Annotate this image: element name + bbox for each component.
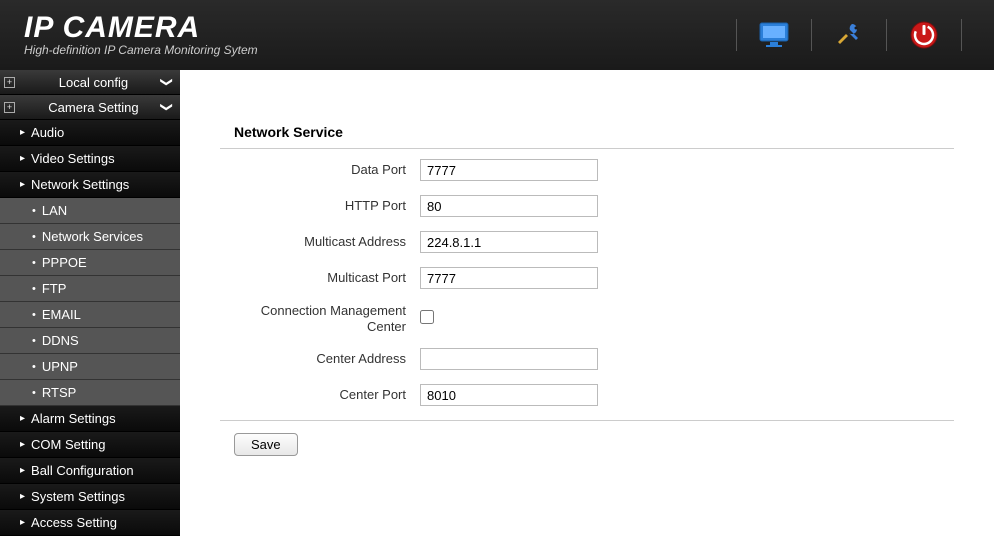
- submenu-item-label: RTSP: [42, 385, 76, 400]
- label-center-address: Center Address: [220, 351, 420, 367]
- sidebar-item-alarm-settings[interactable]: ▸ Alarm Settings: [0, 406, 180, 432]
- arrow-icon: ▸: [20, 413, 25, 424]
- tools-icon[interactable]: [830, 16, 868, 54]
- sidebar-item-label: Access Setting: [31, 515, 117, 530]
- submenu-item-label: UPNP: [42, 359, 78, 374]
- bullet-icon: •: [32, 387, 36, 399]
- bullet-icon: •: [32, 335, 36, 347]
- separator: [736, 19, 737, 51]
- monitor-icon[interactable]: [755, 16, 793, 54]
- expand-icon: +: [4, 102, 15, 113]
- sidebar-item-label: COM Setting: [31, 437, 105, 452]
- save-button[interactable]: Save: [234, 433, 298, 456]
- input-multicast-port[interactable]: [420, 267, 598, 289]
- sidebar: + Local config ❯ + Camera Setting ❯ ▸ Au…: [0, 70, 180, 536]
- separator: [811, 19, 812, 51]
- label-center-port: Center Port: [220, 387, 420, 403]
- sidebar-item-label: Network Settings: [31, 177, 129, 192]
- sidebar-item-access-setting[interactable]: ▸ Access Setting: [0, 510, 180, 536]
- sidebar-item-label: Alarm Settings: [31, 411, 116, 426]
- chevron-down-icon: ❯: [160, 77, 174, 87]
- sidebar-item-ball-configuration[interactable]: ▸ Ball Configuration: [0, 458, 180, 484]
- input-multicast-address[interactable]: [420, 231, 598, 253]
- label-http-port: HTTP Port: [220, 198, 420, 214]
- input-http-port[interactable]: [420, 195, 598, 217]
- main-panel: Network Service Data Port HTTP Port Mult…: [180, 70, 994, 536]
- divider: [220, 420, 954, 421]
- label-multicast-port: Multicast Port: [220, 270, 420, 286]
- bullet-icon: •: [32, 309, 36, 321]
- sidebar-item-label: System Settings: [31, 489, 125, 504]
- header-icons: [718, 16, 980, 54]
- sidebar-item-system-settings[interactable]: ▸ System Settings: [0, 484, 180, 510]
- divider: [220, 148, 954, 149]
- label-conn-mgmt-center: Connection Management Center: [220, 303, 420, 334]
- header-bar: IP CAMERA High-definition IP Camera Moni…: [0, 0, 994, 70]
- input-center-address[interactable]: [420, 348, 598, 370]
- bullet-icon: •: [32, 205, 36, 217]
- sidebar-item-audio[interactable]: ▸ Audio: [0, 120, 180, 146]
- bullet-icon: •: [32, 361, 36, 373]
- expand-icon: +: [4, 77, 15, 88]
- sidebar-group-camera-setting[interactable]: + Camera Setting ❯: [0, 95, 180, 120]
- sidebar-item-network-settings[interactable]: ▸ Network Settings: [0, 172, 180, 198]
- sidebar-item-label: Ball Configuration: [31, 463, 134, 478]
- sidebar-subitem-network-services[interactable]: • Network Services: [0, 224, 180, 250]
- arrow-icon: ▸: [20, 439, 25, 450]
- bullet-icon: •: [32, 283, 36, 295]
- arrow-icon: ▸: [20, 153, 25, 164]
- arrow-icon: ▸: [20, 517, 25, 528]
- arrow-icon: ▸: [20, 491, 25, 502]
- sidebar-item-label: Video Settings: [31, 151, 115, 166]
- power-icon[interactable]: [905, 16, 943, 54]
- sidebar-subitem-lan[interactable]: • LAN: [0, 198, 180, 224]
- sidebar-item-video-settings[interactable]: ▸ Video Settings: [0, 146, 180, 172]
- submenu-item-label: FTP: [42, 281, 67, 296]
- separator: [886, 19, 887, 51]
- checkbox-conn-mgmt-center[interactable]: [420, 310, 434, 324]
- label-multicast-address: Multicast Address: [220, 234, 420, 250]
- input-data-port[interactable]: [420, 159, 598, 181]
- sidebar-subitem-pppoe[interactable]: • PPPOE: [0, 250, 180, 276]
- separator: [961, 19, 962, 51]
- submenu-item-label: DDNS: [42, 333, 79, 348]
- arrow-icon: ▸: [20, 465, 25, 476]
- bullet-icon: •: [32, 257, 36, 269]
- arrow-icon: ▸: [20, 127, 25, 138]
- chevron-down-icon: ❯: [160, 102, 174, 112]
- submenu-item-label: Network Services: [42, 229, 143, 244]
- section-title: Network Service: [234, 124, 954, 140]
- submenu-item-label: LAN: [42, 203, 67, 218]
- header-left: IP CAMERA High-definition IP Camera Moni…: [24, 13, 258, 57]
- submenu-item-label: EMAIL: [42, 307, 81, 322]
- sidebar-group-local-config[interactable]: + Local config ❯: [0, 70, 180, 95]
- input-center-port[interactable]: [420, 384, 598, 406]
- sidebar-item-com-setting[interactable]: ▸ COM Setting: [0, 432, 180, 458]
- label-data-port: Data Port: [220, 162, 420, 178]
- sidebar-item-label: Audio: [31, 125, 64, 140]
- sidebar-subitem-rtsp[interactable]: • RTSP: [0, 380, 180, 406]
- app-title: IP CAMERA: [24, 13, 258, 43]
- bullet-icon: •: [32, 231, 36, 243]
- app-subtitle: High-definition IP Camera Monitoring Syt…: [24, 43, 258, 57]
- sidebar-subitem-ftp[interactable]: • FTP: [0, 276, 180, 302]
- arrow-icon: ▸: [20, 179, 25, 190]
- sidebar-subitem-upnp[interactable]: • UPNP: [0, 354, 180, 380]
- sidebar-subitem-ddns[interactable]: • DDNS: [0, 328, 180, 354]
- submenu-item-label: PPPOE: [42, 255, 87, 270]
- sidebar-subitem-email[interactable]: • EMAIL: [0, 302, 180, 328]
